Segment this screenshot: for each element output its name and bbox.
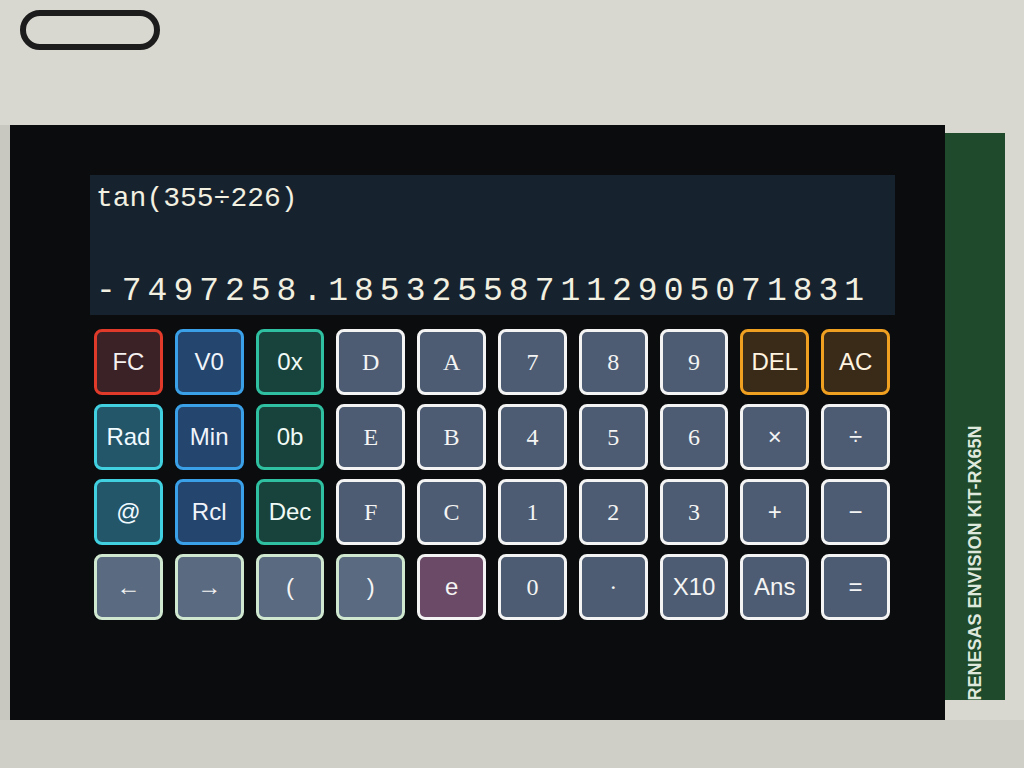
key-label: − bbox=[849, 500, 863, 524]
calc-key[interactable]: 0b bbox=[256, 404, 325, 470]
calc-key[interactable]: e bbox=[417, 554, 486, 620]
result: -7497258.185325587112905071831 bbox=[96, 271, 889, 313]
calc-key[interactable]: 9 bbox=[660, 329, 729, 395]
key-label: B bbox=[444, 425, 460, 449]
calc-key[interactable]: 5 bbox=[579, 404, 648, 470]
calc-key[interactable]: 7 bbox=[498, 329, 567, 395]
key-label: Rcl bbox=[192, 500, 227, 524]
key-label: A bbox=[443, 350, 460, 374]
key-label: 4 bbox=[526, 425, 538, 449]
calc-key[interactable]: × bbox=[740, 404, 809, 470]
calc-key[interactable]: = bbox=[821, 554, 890, 620]
key-label: X10 bbox=[673, 575, 716, 599]
key-label: V0 bbox=[195, 350, 224, 374]
key-label: · bbox=[609, 575, 617, 599]
key-label: 7 bbox=[526, 350, 538, 374]
calc-key[interactable]: Rad bbox=[94, 404, 163, 470]
calc-key[interactable]: AC bbox=[821, 329, 890, 395]
key-label: 8 bbox=[607, 350, 619, 374]
key-label: Min bbox=[190, 425, 229, 449]
calc-key[interactable]: FC bbox=[94, 329, 163, 395]
key-label: E bbox=[363, 425, 378, 449]
key-label: ( bbox=[286, 575, 294, 599]
key-label: C bbox=[444, 500, 460, 524]
key-label: 9 bbox=[688, 350, 700, 374]
calc-key[interactable]: · bbox=[579, 554, 648, 620]
key-label: Dec bbox=[269, 500, 312, 524]
calc-key[interactable]: Dec bbox=[256, 479, 325, 545]
cable bbox=[20, 10, 160, 50]
key-label: 6 bbox=[688, 425, 700, 449]
calc-key[interactable]: 0x bbox=[256, 329, 325, 395]
calc-key[interactable]: ← bbox=[94, 554, 163, 620]
calc-key[interactable]: B bbox=[417, 404, 486, 470]
lcd-bezel: tan(355÷226) -7497258.185325587112905071… bbox=[10, 125, 945, 720]
key-label: ) bbox=[367, 575, 375, 599]
board-label: RENESAS ENVISION KIT-RX65N bbox=[962, 425, 989, 700]
key-label: 2 bbox=[607, 500, 619, 524]
calc-key[interactable]: V0 bbox=[175, 329, 244, 395]
key-label: 0 bbox=[526, 575, 538, 599]
calc-key[interactable]: ÷ bbox=[821, 404, 890, 470]
pcb: RENESAS ENVISION KIT-RX65N bbox=[945, 133, 1005, 700]
key-label: 3 bbox=[688, 500, 700, 524]
key-label: 1 bbox=[526, 500, 538, 524]
calc-key[interactable]: C bbox=[417, 479, 486, 545]
key-label: AC bbox=[839, 350, 872, 374]
key-label: × bbox=[768, 425, 782, 449]
calc-key[interactable]: + bbox=[740, 479, 809, 545]
calc-key[interactable]: − bbox=[821, 479, 890, 545]
key-label: + bbox=[768, 500, 782, 524]
key-label: D bbox=[362, 350, 379, 374]
key-label: FC bbox=[112, 350, 144, 374]
calc-key[interactable]: A bbox=[417, 329, 486, 395]
key-label: ← bbox=[116, 575, 140, 599]
calc-key[interactable]: 3 bbox=[660, 479, 729, 545]
calc-key[interactable]: 4 bbox=[498, 404, 567, 470]
calc-key[interactable]: ( bbox=[256, 554, 325, 620]
key-label: e bbox=[445, 575, 458, 599]
calc-key[interactable]: 1 bbox=[498, 479, 567, 545]
calc-key[interactable]: E bbox=[336, 404, 405, 470]
calc-key[interactable]: 8 bbox=[579, 329, 648, 395]
calc-key[interactable]: X10 bbox=[660, 554, 729, 620]
keypad: FCV00xDA789DELACRadMin0bEB456×÷@RclDecFC… bbox=[94, 329, 890, 620]
calc-key[interactable]: Rcl bbox=[175, 479, 244, 545]
key-label: 0b bbox=[277, 425, 304, 449]
key-label: = bbox=[849, 575, 863, 599]
calc-key[interactable]: Ans bbox=[740, 554, 809, 620]
calc-key[interactable]: DEL bbox=[740, 329, 809, 395]
calc-key[interactable]: Min bbox=[175, 404, 244, 470]
calc-key[interactable]: 6 bbox=[660, 404, 729, 470]
key-label: → bbox=[197, 575, 221, 599]
key-label: DEL bbox=[751, 350, 798, 374]
key-label: ÷ bbox=[849, 425, 862, 449]
key-label: @ bbox=[116, 500, 140, 524]
expression: tan(355÷226) bbox=[96, 179, 889, 219]
calc-key[interactable]: 0 bbox=[498, 554, 567, 620]
calc-key[interactable]: → bbox=[175, 554, 244, 620]
key-label: F bbox=[364, 500, 377, 524]
display: tan(355÷226) -7497258.185325587112905071… bbox=[90, 175, 895, 315]
key-label: 0x bbox=[277, 350, 302, 374]
calc-key[interactable]: ) bbox=[336, 554, 405, 620]
key-label: Rad bbox=[106, 425, 150, 449]
calc-key[interactable]: D bbox=[336, 329, 405, 395]
key-label: Ans bbox=[754, 575, 795, 599]
calc-key[interactable]: F bbox=[336, 479, 405, 545]
calc-key[interactable]: 2 bbox=[579, 479, 648, 545]
calc-key[interactable]: @ bbox=[94, 479, 163, 545]
key-label: 5 bbox=[607, 425, 619, 449]
